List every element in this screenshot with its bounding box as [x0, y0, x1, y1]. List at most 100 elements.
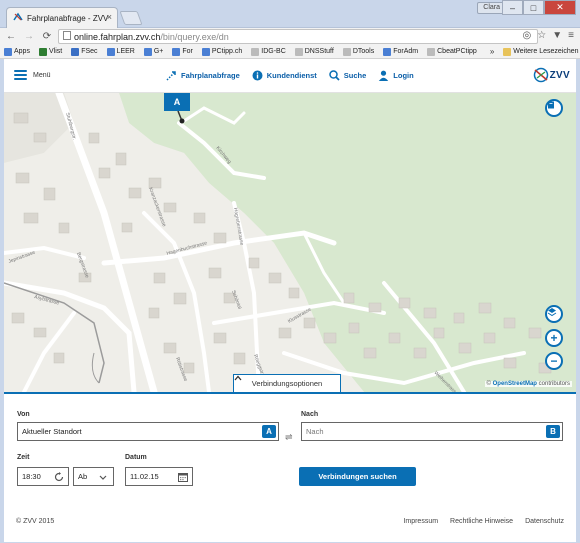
- bookmark-item[interactable]: For: [172, 47, 193, 56]
- address-bar[interactable]: online.fahrplan.zvv.ch/bin/query.exe/dn: [58, 29, 538, 44]
- bookmark-favicon-icon: [342, 47, 351, 56]
- time-input[interactable]: 18:30: [17, 467, 69, 486]
- connection-options-toggle[interactable]: Verbindungsoptionen: [233, 374, 341, 392]
- from-input[interactable]: Aktueller Standort A: [17, 422, 279, 441]
- new-tab-button[interactable]: [119, 11, 143, 25]
- bookmark-favicon-icon: [71, 47, 80, 56]
- map-view[interactable]: Kirchweg Kranzackerstrasse Hagrebenstras…: [4, 93, 576, 392]
- chevron-down-icon: [99, 475, 107, 480]
- bookmark-label: CbeatPCtipp: [437, 48, 477, 55]
- window-frame-left: [0, 59, 4, 543]
- bookmark-item[interactable]: DNSStuff: [294, 47, 334, 56]
- to-input[interactable]: Nach B: [301, 422, 563, 441]
- zvv-logo[interactable]: ZVV: [533, 67, 570, 83]
- bookmark-favicon-icon: [38, 47, 47, 56]
- minimize-icon[interactable]: –: [502, 0, 523, 15]
- nav-suche[interactable]: Suche: [329, 70, 367, 81]
- bookmark-label: Vlist: [48, 48, 63, 55]
- main-navigation: Fahrplanabfrage Kundendienst Suche Login: [166, 70, 414, 81]
- bookmark-label: IDG-BC: [261, 48, 286, 55]
- date-input[interactable]: 11.02.15: [125, 467, 193, 486]
- browser-toolbar: ← → ⟳ online.fahrplan.zvv.ch/bin/query.e…: [0, 28, 580, 45]
- footer-link-privacy[interactable]: Datenschutz: [525, 518, 564, 525]
- map-canvas[interactable]: Kirchweg Kranzackerstrasse Hagrebenstras…: [4, 93, 576, 392]
- nav-login[interactable]: Login: [378, 70, 414, 81]
- zvv-logo-icon: [533, 67, 548, 83]
- footer-link-impressum[interactable]: Impressum: [403, 518, 438, 525]
- date-label: Datum: [125, 454, 147, 461]
- pocket-icon[interactable]: ▼: [552, 30, 562, 41]
- logo-text: ZVV: [549, 69, 570, 81]
- bookmark-item[interactable]: G+: [143, 47, 163, 56]
- swap-icon[interactable]: ⇌: [285, 432, 293, 443]
- reset-time-icon[interactable]: [54, 472, 64, 482]
- chrome-menu-icon[interactable]: ≡: [568, 30, 574, 41]
- direction-select[interactable]: Ab: [73, 467, 114, 486]
- bookmark-label: LEER: [116, 48, 135, 55]
- map-layers-button[interactable]: [545, 305, 563, 323]
- footer-links: Impressum Rechtliche Hinweise Datenschut…: [403, 518, 564, 525]
- user-icon: [378, 70, 389, 81]
- folder-icon: [503, 47, 512, 56]
- date-value: 11.02.15: [130, 472, 159, 481]
- bookmark-label: Apps: [14, 48, 30, 55]
- time-value: 18:30: [22, 472, 41, 481]
- zoom-out-button[interactable]: −: [545, 352, 563, 370]
- direction-value: Ab: [78, 472, 88, 481]
- bookmark-item[interactable]: CbeatPCtipp: [427, 47, 477, 56]
- zoom-in-button[interactable]: +: [545, 329, 563, 347]
- nav-label: Suche: [343, 71, 367, 80]
- from-label: Von: [17, 411, 30, 418]
- back-icon[interactable]: ←: [4, 30, 18, 44]
- nav-fahrplanabfrage[interactable]: Fahrplanabfrage: [166, 70, 240, 81]
- site-header: Menü Fahrplanabfrage Kundendienst Suche …: [0, 60, 580, 93]
- bookmark-favicon-icon: [294, 47, 303, 56]
- bookmark-label: FSec: [81, 48, 98, 55]
- search-connections-button[interactable]: Verbindungen suchen: [299, 467, 416, 486]
- menu-label: Menü: [33, 71, 51, 79]
- location-icon[interactable]: ◎: [523, 30, 532, 41]
- bookmark-item[interactable]: DTools: [342, 47, 375, 56]
- bookmark-item[interactable]: ForAdm: [383, 47, 418, 56]
- bookmark-star-icon[interactable]: ☆: [537, 30, 546, 41]
- tab-close-icon[interactable]: ×: [107, 12, 112, 22]
- bookmark-item[interactable]: Apps: [4, 47, 30, 56]
- bookmarks-bar: Apps Vlist FSec LEER G+ For PCtipp.ch IDG-BC DNS…: [0, 45, 580, 59]
- browser-tab[interactable]: Fahrplanabfrage - ZVV ×: [6, 7, 118, 28]
- map-book-icon: [548, 101, 554, 109]
- close-window-icon[interactable]: ✕: [544, 0, 576, 15]
- bookmark-item[interactable]: FSec: [71, 47, 98, 56]
- zvv-favicon-icon: [13, 12, 23, 24]
- chevron-up-icon: [234, 375, 242, 381]
- time-label: Zeit: [17, 454, 30, 461]
- bookmark-item[interactable]: LEER: [106, 47, 135, 56]
- other-bookmarks-folder[interactable]: Weitere Lesezeichen: [503, 47, 579, 56]
- bookmark-item[interactable]: Vlist: [38, 47, 63, 56]
- bookmark-item[interactable]: PCtipp.ch: [201, 47, 242, 56]
- bookmark-favicon-icon: [427, 47, 436, 56]
- menu-button[interactable]: Menü: [14, 70, 51, 80]
- copyright: © ZVV 2015: [16, 518, 55, 525]
- route-icon: [166, 70, 177, 81]
- bookmark-label: DTools: [352, 48, 375, 55]
- from-badge: A: [262, 425, 276, 438]
- bookmark-favicon-icon: [106, 47, 115, 56]
- to-placeholder: Nach: [306, 427, 324, 436]
- map-fullscreen-button[interactable]: [545, 99, 563, 117]
- url-path: /bin/query.exe/dn: [160, 31, 229, 42]
- footer-link-legal[interactable]: Rechtliche Hinweise: [450, 518, 513, 525]
- start-location-pin[interactable]: A: [164, 93, 190, 111]
- bookmark-item[interactable]: IDG-BC: [251, 47, 286, 56]
- nav-kundendienst[interactable]: Kundendienst: [252, 70, 317, 81]
- reload-icon[interactable]: ⟳: [40, 30, 54, 44]
- maximize-icon[interactable]: □: [523, 0, 544, 15]
- forward-icon[interactable]: →: [22, 30, 36, 44]
- attribution-prefix: ©: [486, 381, 491, 387]
- more-bookmarks-button[interactable]: »: [490, 47, 494, 56]
- url-text: online.fahrplan.zvv.ch/bin/query.exe/dn: [74, 32, 229, 42]
- osm-link[interactable]: OpenStreetMap: [493, 381, 537, 387]
- window-controls: – □ ✕: [502, 0, 576, 15]
- map-attribution: © OpenStreetMap contributors: [484, 381, 572, 387]
- tab-title: Fahrplanabfrage - ZVV: [27, 13, 109, 23]
- calendar-icon[interactable]: [178, 472, 188, 482]
